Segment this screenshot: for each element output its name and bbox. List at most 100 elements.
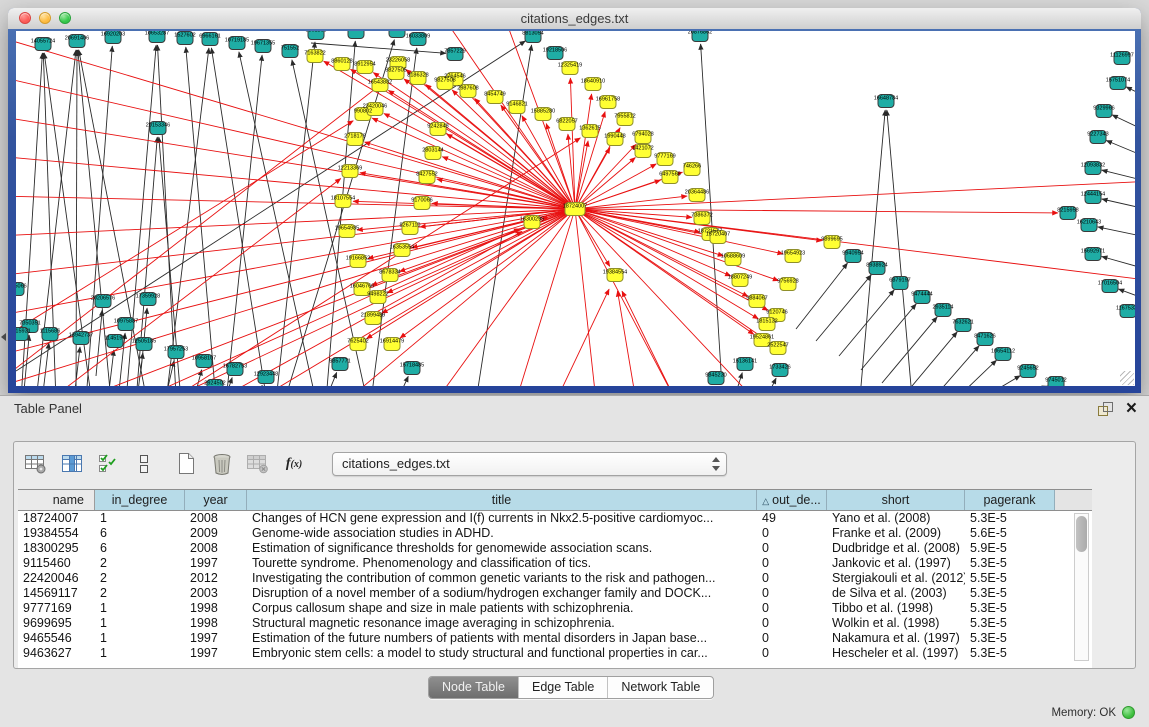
table-panel-body: f(x) citations_edges.txt namein_degreeye…	[13, 441, 1136, 669]
tab-edge-table[interactable]: Edge Table	[518, 677, 607, 698]
column-header-title[interactable]: title	[247, 490, 757, 510]
column-header-year[interactable]: year	[185, 490, 247, 510]
create-table-icon[interactable]	[174, 453, 198, 475]
svg-text:2987608: 2987608	[457, 86, 478, 92]
table-cell: Dudbridge et al. (2008)	[827, 541, 965, 556]
svg-text:18381806: 18381806	[385, 31, 409, 32]
table-cell: 1998	[185, 616, 247, 631]
table-cell: 0	[757, 541, 827, 556]
import-table-icon[interactable]	[246, 453, 270, 475]
column-header-in_degree[interactable]: in_degree	[95, 490, 185, 510]
show-columns-icon[interactable]	[60, 453, 84, 475]
svg-text:18640910: 18640910	[581, 79, 605, 85]
minimize-window-button[interactable]	[39, 12, 51, 24]
svg-text:15885280: 15885280	[531, 109, 555, 115]
svg-text:9170066: 9170066	[411, 198, 432, 204]
table-row[interactable]: 1938455462009Genome-wide association stu…	[18, 526, 1092, 541]
table-cell: 9777169	[18, 601, 95, 616]
svg-text:20206576: 20206576	[91, 296, 115, 302]
svg-text:8990852: 8990852	[345, 31, 366, 33]
close-window-button[interactable]	[19, 12, 31, 24]
svg-text:17359928: 17359928	[136, 294, 160, 300]
svg-text:16914479: 16914479	[380, 339, 404, 345]
status-bar: Memory: OK	[1051, 706, 1135, 719]
table-row[interactable]: 977716911998Corpus callosum shape and si…	[18, 601, 1092, 616]
network-canvas[interactable]: 1872400771638228860128891295423226058982…	[16, 31, 1135, 386]
svg-text:2522547: 2522547	[767, 343, 788, 349]
window-title: citations_edges.txt	[8, 8, 1141, 29]
column-header-short[interactable]: short	[827, 490, 965, 510]
table-row[interactable]: 946362711997Embryonic stem cells: a mode…	[18, 646, 1092, 661]
svg-text:2924502: 2924502	[204, 381, 225, 387]
float-panel-icon[interactable]	[1098, 401, 1113, 416]
svg-text:6879197: 6879197	[889, 278, 910, 284]
table-row[interactable]: 969969511998Structural magnetic resonanc…	[18, 616, 1092, 631]
table-cell: 2003	[185, 586, 247, 601]
table-row[interactable]: 1830029562008Estimation of significance …	[18, 541, 1092, 556]
resize-grip-icon[interactable]	[1120, 371, 1134, 385]
svg-text:8454749: 8454749	[484, 92, 505, 98]
table-cell: de Silva et al. (2003)	[827, 586, 965, 601]
zoom-window-button[interactable]	[59, 12, 71, 24]
tab-network-table[interactable]: Network Table	[607, 677, 713, 698]
table-cell: Corpus callosum shape and size in male p…	[247, 601, 757, 616]
table-scrollbar[interactable]	[1074, 513, 1089, 661]
column-header-pagerank[interactable]: pagerank	[965, 490, 1055, 510]
svg-text:9146821: 9146821	[506, 102, 527, 108]
table-row[interactable]: 1872400712008Changes of HCN gene express…	[18, 511, 1092, 526]
svg-text:8267110: 8267110	[399, 223, 420, 229]
table-row[interactable]: 1456911722003Disruption of a novel membe…	[18, 586, 1092, 601]
table-row[interactable]: 911546021997Tourette syndrome. Phenomeno…	[18, 556, 1092, 571]
table-row[interactable]: 946554611997Estimation of the future num…	[18, 631, 1092, 646]
svg-text:7632621: 7632621	[952, 320, 973, 326]
svg-text:1362615: 1362615	[579, 126, 600, 132]
tab-node-table[interactable]: Node Table	[429, 677, 518, 698]
table-selector-dropdown[interactable]: citations_edges.txt	[332, 452, 727, 476]
panel-title: Table Panel	[14, 401, 82, 416]
svg-text:8938924: 8938924	[866, 263, 887, 269]
delete-table-icon[interactable]	[210, 453, 234, 475]
table-cell: 18724007	[18, 511, 95, 526]
svg-text:9227343: 9227343	[1087, 132, 1108, 138]
table-settings-icon[interactable]	[24, 453, 48, 475]
svg-text:12505185: 12505185	[132, 339, 156, 345]
close-panel-icon[interactable]: ×	[1126, 397, 1137, 421]
svg-text:746266: 746266	[683, 164, 701, 170]
table-cell: Changes of HCN gene expression and I(f) …	[247, 511, 757, 526]
svg-text:6966161: 6966161	[199, 34, 220, 40]
column-header-name[interactable]: name	[18, 490, 95, 510]
table-cell: 5.9E-5	[965, 541, 1055, 556]
svg-text:8427552: 8427552	[416, 172, 437, 178]
svg-text:9899695: 9899695	[821, 237, 842, 243]
select-columns-icon[interactable]	[96, 453, 120, 475]
svg-text:16046766: 16046766	[350, 284, 374, 290]
svg-text:18724007: 18724007	[563, 204, 587, 210]
table-cell: 5.5E-5	[965, 571, 1055, 586]
svg-text:9361806: 9361806	[305, 31, 326, 34]
svg-text:8860128: 8860128	[331, 59, 352, 65]
table-cell: Estimation of significance thresholds fo…	[247, 541, 757, 556]
row-height-icon[interactable]	[132, 453, 156, 475]
function-builder-icon[interactable]: f(x)	[282, 453, 306, 475]
scrollbar-thumb[interactable]	[1076, 516, 1087, 552]
svg-text:19218506: 19218506	[543, 48, 567, 54]
table-row[interactable]: 2242004622012Investigating the contribut…	[18, 571, 1092, 586]
table-cell: 2009	[185, 526, 247, 541]
svg-text:20691406: 20691406	[65, 36, 89, 42]
table-toolbar: f(x) citations_edges.txt	[14, 442, 1135, 486]
svg-text:17016504: 17016504	[1098, 281, 1122, 287]
column-header-out_de[interactable]: △out_de...	[757, 490, 827, 510]
svg-text:14055724: 14055724	[31, 39, 55, 45]
window-titlebar[interactable]: citations_edges.txt	[8, 8, 1141, 30]
svg-text:18300295: 18300295	[520, 217, 544, 223]
svg-text:9827505: 9827505	[385, 68, 406, 74]
network-graph[interactable]: 1872400771638228860128891295423226058982…	[16, 31, 1135, 386]
table-cell: 2012	[185, 571, 247, 586]
table-cell: 1997	[185, 556, 247, 571]
table-type-tabs: Node TableEdge TableNetwork Table	[428, 676, 714, 699]
svg-text:1527602: 1527602	[174, 33, 195, 39]
table-cell: 22420046	[18, 571, 95, 586]
svg-text:17957253: 17957253	[164, 347, 188, 353]
svg-text:9474444: 9474444	[911, 292, 932, 298]
collapse-panel-arrow-icon[interactable]	[1, 333, 6, 341]
